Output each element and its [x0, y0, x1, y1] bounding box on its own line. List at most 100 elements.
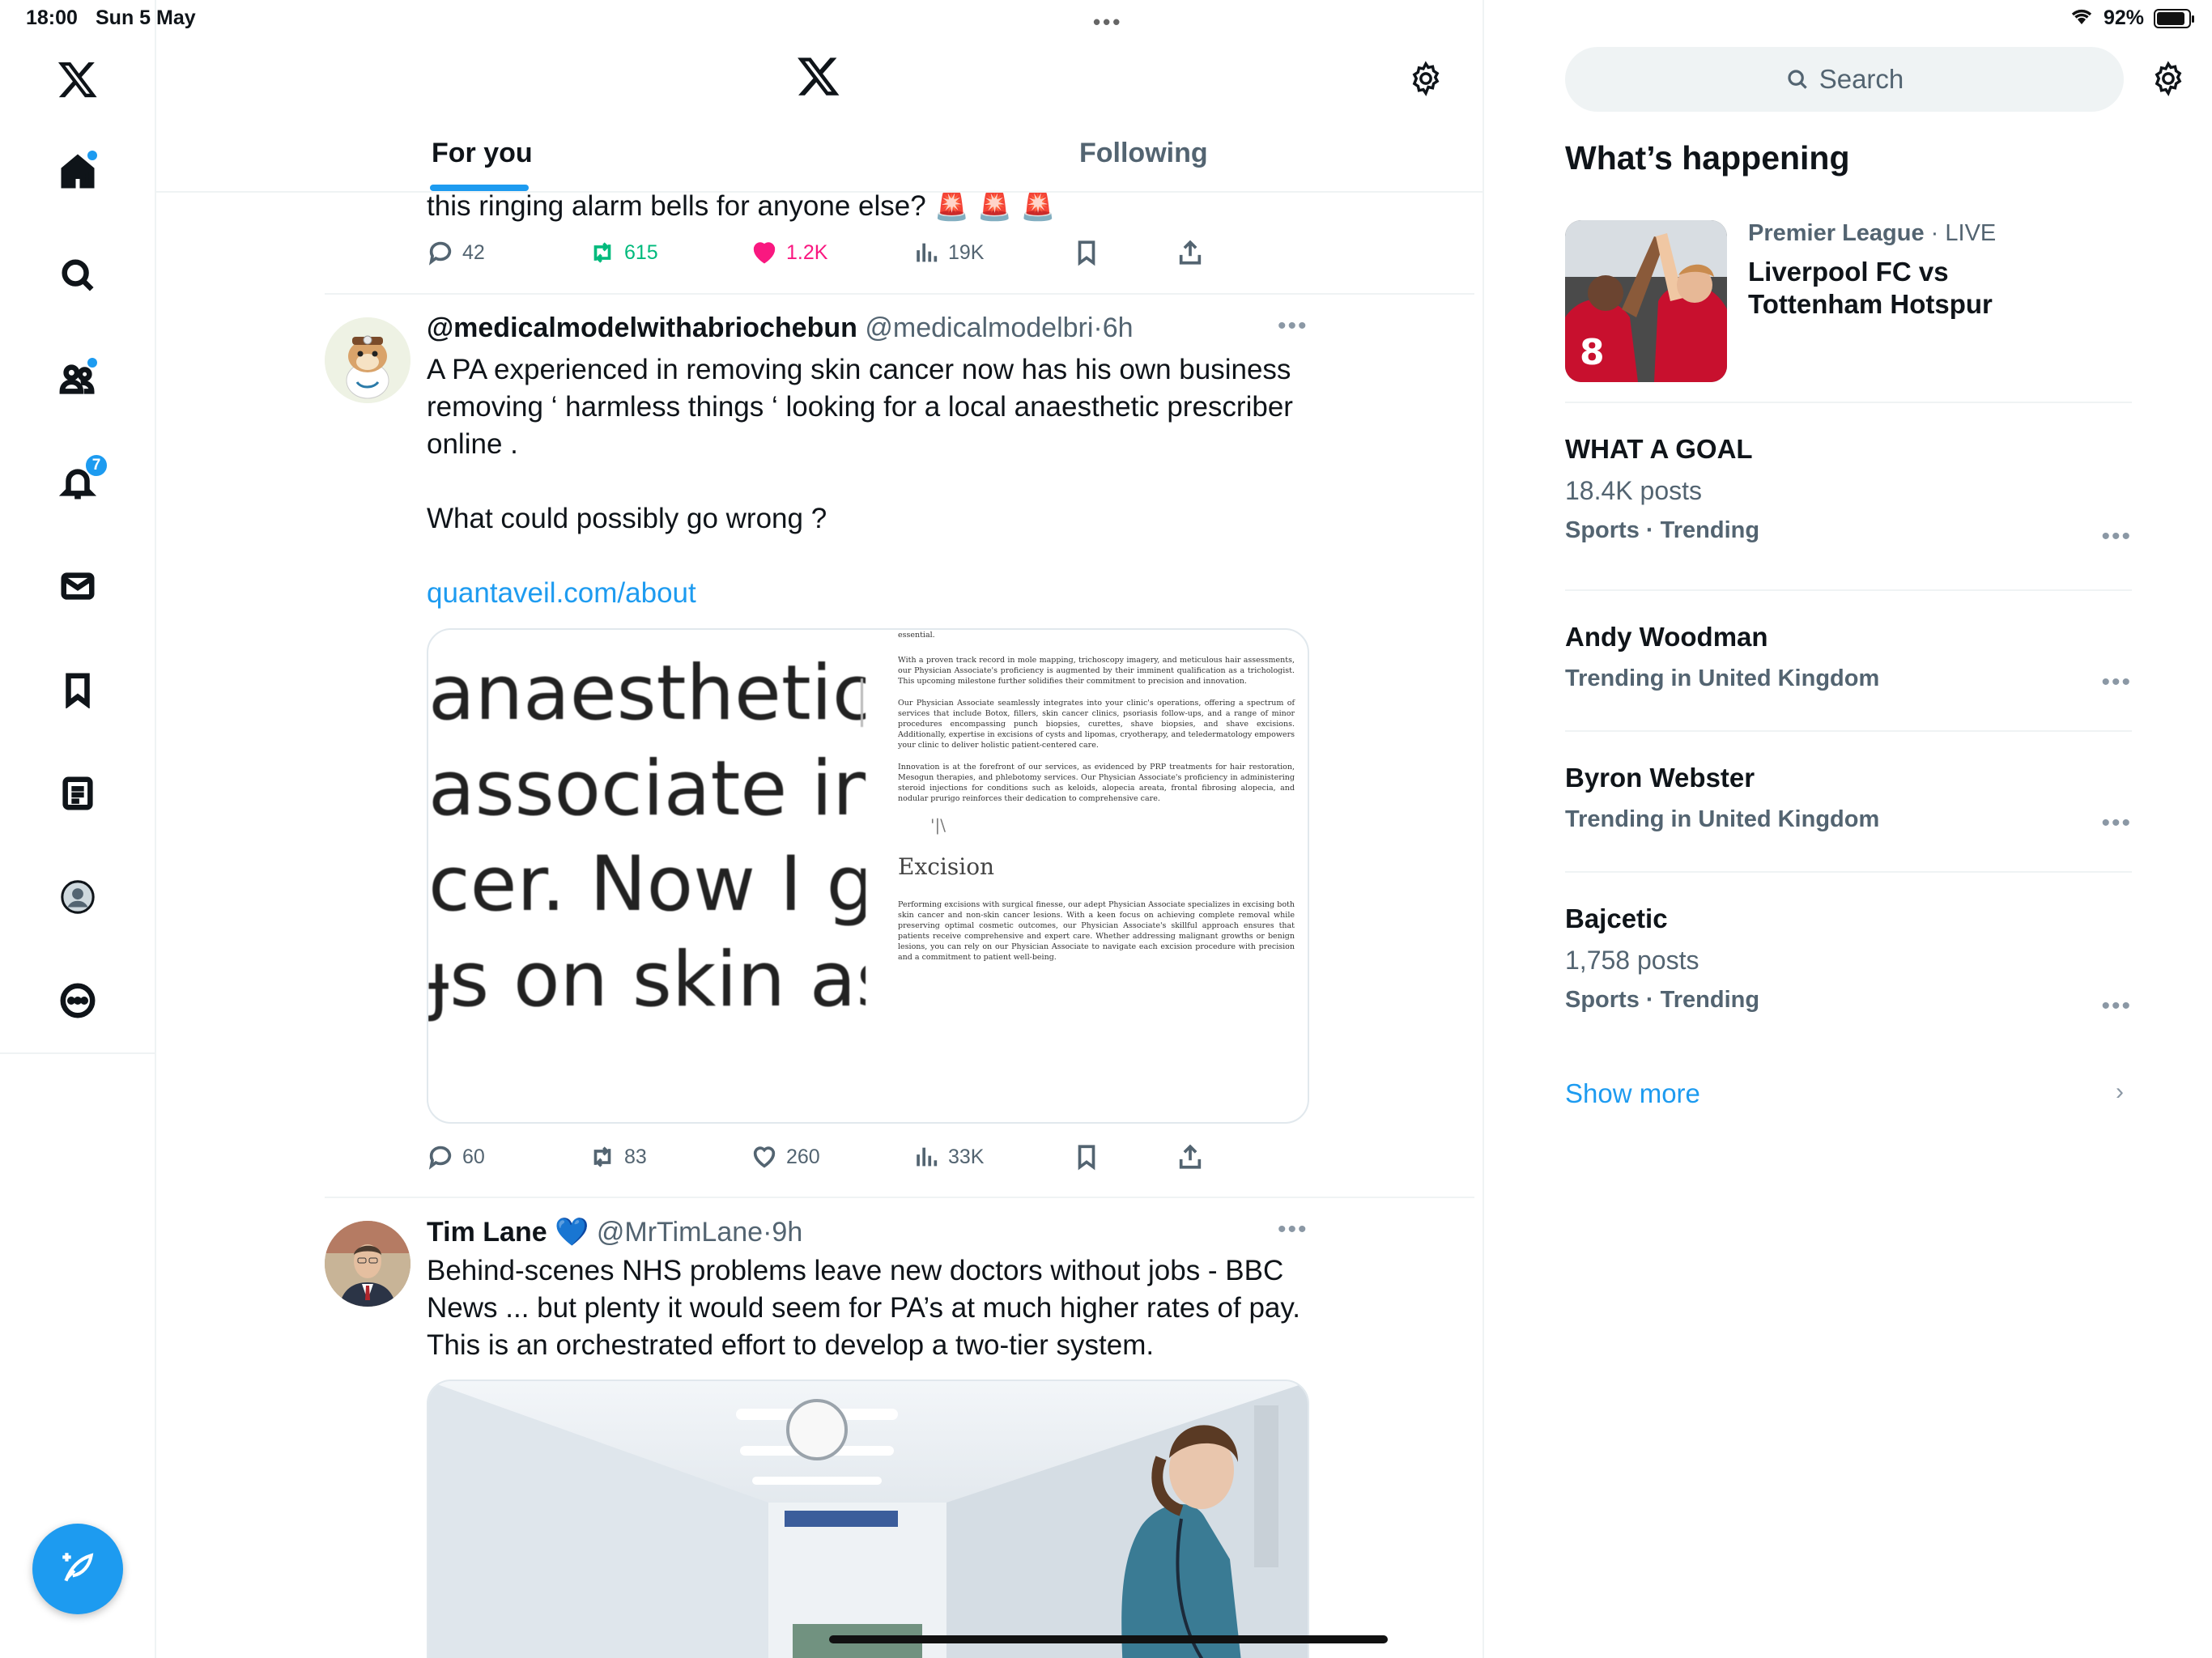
trend-item[interactable]: WHAT A GOAL 18.4K posts Sports · Trendin…	[1565, 434, 2140, 550]
blue-heart-emoji: 💙	[555, 1217, 589, 1248]
avatar[interactable]	[325, 1221, 410, 1307]
trend-context: Sports · Trending	[1565, 987, 1760, 1013]
tweet-time: 6h	[1102, 312, 1134, 343]
tweet-link[interactable]: quantaveil.com/about	[427, 575, 1293, 612]
retweet-button[interactable]: 83	[589, 1143, 647, 1171]
reply-icon	[428, 241, 452, 266]
explore-settings-gear-icon[interactable]	[2150, 60, 2187, 101]
author-handle[interactable]: @MrTimLane	[597, 1217, 763, 1248]
tweet-more-icon[interactable]: •••	[1278, 1216, 1308, 1244]
doc-heading: Excision	[898, 853, 995, 880]
trend-more-icon[interactable]: •••	[2101, 523, 2132, 551]
retweet-icon	[593, 242, 611, 263]
tweet-text-line: removing ‘ harmless things ‘ looking for…	[427, 391, 1293, 423]
communities-icon[interactable]	[53, 355, 102, 403]
retweet-icon	[593, 1146, 611, 1167]
trend-title: WHAT A GOAL	[1565, 434, 1753, 464]
tweet-header: Tim Lane 💙 @MrTimLane·9h	[427, 1217, 803, 1248]
tweet-image[interactable]	[427, 1380, 1309, 1658]
messages-icon[interactable]	[53, 562, 102, 610]
trend-separator	[1565, 402, 2132, 403]
like-button[interactable]: 1.2K	[751, 239, 827, 266]
like-count: 260	[786, 1145, 820, 1168]
reply-button[interactable]: 60	[427, 1143, 485, 1171]
home-indicator-bar[interactable]	[829, 1635, 1388, 1643]
battery-percent: 92%	[2104, 6, 2145, 29]
reply-count: 42	[462, 240, 485, 264]
tweet-actions: 60 83 260 33K	[427, 1143, 1317, 1175]
trend-context: Trending in United Kingdom	[1565, 806, 1880, 832]
document-crop: essential. With a proven track record in…	[898, 630, 1295, 1122]
tab-for-you[interactable]: For you	[432, 138, 533, 169]
share-button[interactable]	[1176, 1143, 1204, 1171]
tweet-text-line: Behind-scenes NHS problems leave new doc…	[427, 1255, 1284, 1286]
svg-text:8: 8	[1580, 332, 1605, 373]
doc-glyph-icon: '|\	[930, 815, 946, 835]
trend-item[interactable]: Bajcetic 1,758 posts Sports · Trending •…	[1565, 903, 2140, 1019]
trend-item[interactable]: Andy Woodman Trending in United Kingdom …	[1565, 622, 2140, 695]
tweet-body: Behind-scenes NHS problems leave new doc…	[427, 1252, 1300, 1364]
bookmark-button[interactable]	[1073, 239, 1100, 266]
trend-post-count: 18.4K posts	[1565, 476, 1702, 505]
analytics-icon	[917, 243, 938, 262]
retweet-button[interactable]: 615	[589, 239, 658, 266]
multitasking-dots-icon[interactable]: •••	[1093, 10, 1122, 35]
home-icon[interactable]	[53, 147, 102, 196]
bookmark-icon	[1078, 240, 1095, 266]
bookmarks-icon[interactable]	[53, 665, 102, 714]
search-input[interactable]: Search	[1565, 47, 2124, 112]
author-handle[interactable]: @medicalmodelbri	[865, 312, 1093, 343]
like-button[interactable]: 260	[751, 1143, 820, 1171]
like-count: 1.2K	[786, 240, 828, 264]
search-icon	[1788, 70, 1807, 89]
views-count: 19K	[948, 240, 985, 264]
trend-more-icon[interactable]: •••	[2101, 810, 2132, 837]
more-options-icon[interactable]	[53, 976, 102, 1025]
doc-paragraph: Performing excisions with surgical fines…	[898, 900, 1295, 962]
views-button[interactable]: 33K	[912, 1143, 984, 1171]
share-icon	[1179, 1144, 1202, 1169]
left-navigation: 7	[0, 0, 156, 1658]
views-button[interactable]: 19K	[912, 239, 984, 266]
trend-more-icon[interactable]: •••	[2101, 669, 2132, 696]
tweet-text-line: What could possibly go wrong ?	[427, 503, 827, 534]
trend-separator	[1565, 730, 2132, 732]
lists-icon[interactable]	[53, 769, 102, 818]
compose-post-button[interactable]	[32, 1524, 123, 1614]
share-button[interactable]	[1176, 239, 1204, 266]
trend-item[interactable]: Byron Webster Trending in United Kingdom…	[1565, 763, 2140, 836]
bookmark-button[interactable]	[1073, 1143, 1100, 1171]
avatar[interactable]	[325, 317, 410, 403]
tweet-more-icon[interactable]: •••	[1278, 312, 1308, 340]
trend-context: Sports · Trending	[1565, 517, 1760, 543]
doc-line: essential.	[898, 631, 935, 640]
reply-button[interactable]: 42	[427, 239, 485, 266]
search-icon[interactable]	[53, 251, 102, 300]
image-text-line: anaesthetic	[428, 649, 866, 738]
x-logo-icon[interactable]	[53, 55, 102, 104]
status-time: 18:00	[26, 6, 78, 29]
image-text-line: associate in	[428, 745, 866, 833]
doc-paragraph: Innovation is at the forefront of our se…	[898, 763, 1295, 803]
trend-title: Byron Webster	[1565, 763, 1755, 793]
tweet-text: this ringing alarm bells for anyone else…	[427, 190, 1056, 222]
profile-avatar-icon[interactable]	[53, 873, 102, 921]
notifications-bell-icon[interactable]: 7	[53, 453, 108, 507]
trend-separator	[1565, 871, 2132, 873]
trend-more-icon[interactable]: •••	[2101, 993, 2132, 1020]
author-name[interactable]: @medicalmodelwithabriochebun	[427, 312, 857, 343]
show-more-link[interactable]: Show more	[1565, 1078, 1700, 1109]
tweet-image[interactable]: anaesthetic associate in cer. Now I gc ɟ…	[427, 628, 1309, 1124]
trend-title: Andy Woodman	[1565, 622, 1768, 652]
timeline-settings-gear-icon[interactable]	[1407, 60, 1444, 101]
heart-icon	[753, 1146, 776, 1168]
doc-paragraph: With a proven track record in mole mappi…	[898, 656, 1295, 686]
x-logo-icon[interactable]	[796, 55, 841, 101]
author-name[interactable]: Tim Lane	[427, 1217, 547, 1248]
hamster-doctor-avatar-icon	[325, 317, 410, 403]
live-event-title: Liverpool FC vs Tottenham Hotspur	[1748, 257, 1993, 319]
trend-post-count: 1,758 posts	[1565, 946, 1699, 975]
tab-following[interactable]: Following	[1079, 138, 1208, 169]
compose-feather-icon	[62, 1553, 94, 1582]
image-text-line: ɟs on skin as	[428, 936, 866, 1024]
